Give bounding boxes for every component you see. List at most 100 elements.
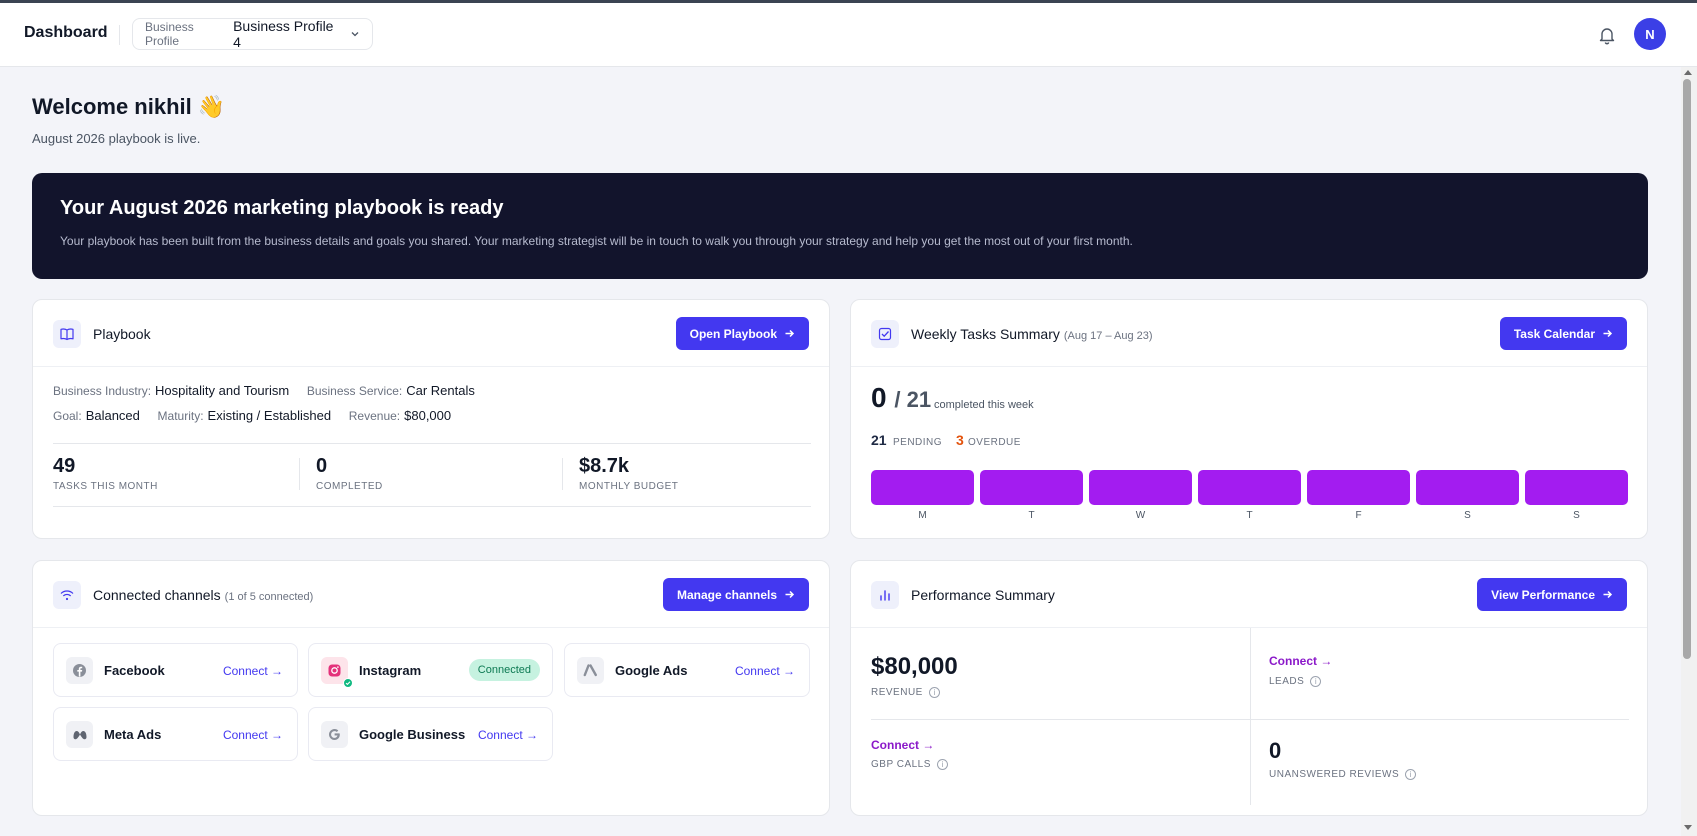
bar-chart-icon [871,581,899,609]
day-label: S [1464,510,1471,521]
revenue-label-text: REVENUE [871,687,923,698]
info-icon[interactable]: i [1405,769,1417,780]
business-info-row-1: Business Industry: Hospitality and Touris… [53,383,489,398]
gbp-calls-connect-link[interactable]: Connect → [871,738,934,752]
performance-divider-vertical [1250,628,1251,805]
user-avatar[interactable]: N [1634,18,1666,50]
tasks-this-month-value: 49 [53,455,76,477]
bell-icon[interactable] [1596,24,1618,46]
revenue-field: Revenue: $80,000 [349,408,451,423]
revenue-value: $80,000 [871,653,958,680]
playbook-card: Playbook Open Playbook Business Industry… [32,299,830,539]
arrow-right-icon [1603,590,1613,599]
leads-label: LEADS i [1269,676,1322,687]
google-ads-icon [577,657,604,684]
arrow-right-icon [785,590,795,599]
day-bar[interactable] [871,470,974,505]
scroll-down-arrow-icon[interactable] [1684,825,1692,830]
monthly-budget-value: $8.7k [579,455,630,477]
leads-connect-link[interactable]: Connect → [1269,654,1332,668]
goal-label: Goal: [53,409,82,423]
manage-channels-label: Manage channels [676,587,777,602]
leads-label-text: LEADS [1269,676,1305,687]
goal-field: Goal: Balanced [53,408,140,423]
completed-this-week-value: 0 [871,382,887,413]
connected-channels-card: Connected channels (1 of 5 connected) Man… [32,560,830,816]
completed-value: 0 [316,455,328,477]
profile-select-value: Business Profile 4 [233,18,334,50]
completed-label: COMPLETED [316,481,383,492]
google-business-connect-link[interactable]: Connect → [478,728,538,742]
open-playbook-button[interactable]: Open Playbook [675,317,809,350]
weekly-tasks-title: Weekly Tasks Summary (Aug 17 – Aug 23) [911,326,1153,342]
open-playbook-label: Open Playbook [689,326,777,341]
meta-icon [66,721,93,748]
header-divider [119,25,120,45]
info-icon[interactable]: i [1310,676,1322,687]
gbp-calls-label-text: GBP CALLS [871,759,931,770]
performance-divider-horizontal [871,719,1629,720]
facebook-connect-link[interactable]: Connect → [223,664,283,678]
view-performance-button[interactable]: View Performance [1477,578,1627,611]
manage-channels-button[interactable]: Manage channels [662,578,809,611]
maturity-field: Maturity: Existing / Established [158,408,332,423]
maturity-value: Existing / Established [207,408,332,423]
channel-instagram: Instagram Connected [308,643,553,697]
tasks-this-month-label: TASKS THIS MONTH [53,481,158,492]
gbp-calls-label: GBP CALLS i [871,759,948,770]
day-label: T [1028,510,1035,521]
unanswered-reviews-label: UNANSWERED REVIEWS i [1269,769,1417,780]
playbook-ready-banner: Your August 2026 marketing playbook is r… [32,173,1648,279]
channel-name: Instagram [359,663,422,678]
info-icon[interactable]: i [936,759,948,770]
performance-header: Performance Summary View Performance [851,561,1647,628]
industry-field: Business Industry: Hospitality and Touris… [53,383,289,398]
weekly-tasks-card: Weekly Tasks Summary (Aug 17 – Aug 23) Ta… [850,299,1648,539]
business-profile-select[interactable]: Business Profile Business Profile 4 [132,18,373,50]
industry-label: Business Industry: [53,384,152,398]
channel-name: Meta Ads [104,727,162,742]
channel-name: Google Business [359,727,466,742]
weekly-tasks-title-text: Weekly Tasks Summary [911,326,1060,342]
arrow-right-icon [785,329,795,338]
day-bar[interactable] [1416,470,1519,505]
view-performance-label: View Performance [1491,587,1595,602]
channels-count: (1 of 5 connected) [224,591,314,603]
day-bar[interactable] [1525,470,1628,505]
revenue-label: Revenue: [348,409,401,423]
chevron-down-icon [350,29,360,39]
day-label: F [1355,510,1362,521]
google-ads-connect-link[interactable]: Connect → [735,664,795,678]
top-header: Dashboard Business Profile Business Prof… [0,3,1697,67]
completed-this-week-label: completed this week [934,399,1034,411]
task-calendar-button[interactable]: Task Calendar [1499,317,1627,350]
day-label: S [1573,510,1580,521]
stats-divider-top [53,443,811,444]
unanswered-reviews-label-text: UNANSWERED REVIEWS [1269,769,1400,780]
stats-divider-bottom [53,506,811,507]
maturity-label: Maturity: [157,409,204,423]
weekly-tasks-header: Weekly Tasks Summary (Aug 17 – Aug 23) Ta… [851,300,1647,367]
app-title: Dashboard [24,24,108,41]
day-bar[interactable] [1307,470,1410,505]
day-bar[interactable] [1198,470,1301,505]
pending-value: 21 [871,432,887,448]
channels-header: Connected channels (1 of 5 connected) Man… [33,561,829,628]
channel-meta-ads: Meta Ads Connect → [53,707,298,761]
scrollbar-thumb[interactable] [1683,79,1691,659]
info-icon[interactable]: i [928,687,940,698]
welcome-title: Welcome nikhil 👋 [32,94,226,119]
channel-facebook: Facebook Connect → [53,643,298,697]
performance-title: Performance Summary [911,587,1055,603]
scroll-up-arrow-icon[interactable] [1684,70,1692,75]
day-label: W [1135,510,1146,521]
day-bar[interactable] [1089,470,1192,505]
task-calendar-label: Task Calendar [1513,326,1595,341]
book-icon [53,320,81,348]
day-bar[interactable] [980,470,1083,505]
business-info-row-2: Goal: Balanced Maturity: Existing / Establ… [53,408,465,423]
monthly-budget-label: MONTHLY BUDGET [579,481,679,492]
goal-value: Balanced [85,408,140,423]
revenue-value: $80,000 [404,408,452,423]
meta-ads-connect-link[interactable]: Connect → [223,728,283,742]
